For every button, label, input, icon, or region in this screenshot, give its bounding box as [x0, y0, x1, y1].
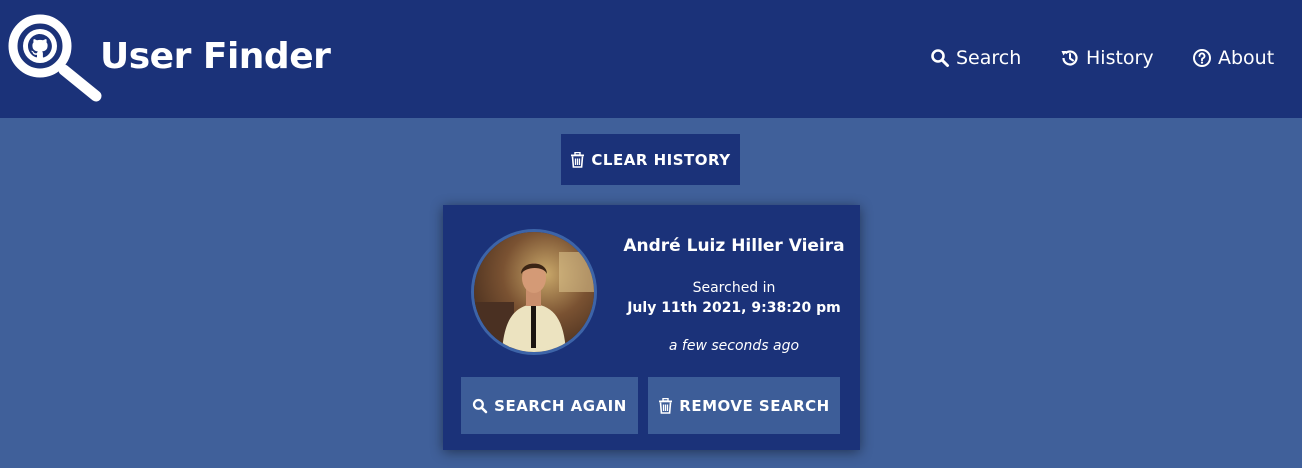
- nav-search[interactable]: Search: [930, 46, 1021, 70]
- clear-history-button[interactable]: CLEAR HISTORY: [561, 134, 740, 185]
- relative-time: a few seconds ago: [668, 338, 800, 354]
- searched-label: Searched in: [692, 280, 776, 296]
- remove-search-button[interactable]: REMOVE SEARCH: [648, 377, 840, 434]
- searched-date: July 11th 2021, 9:38:20 pm: [627, 300, 841, 316]
- app-title[interactable]: User Finder: [100, 36, 331, 78]
- nav-about-label: About: [1218, 47, 1275, 69]
- search-again-label: SEARCH AGAIN: [494, 396, 627, 415]
- trash-icon: [659, 397, 673, 414]
- user-photo: [474, 232, 594, 352]
- user-name: André Luiz Hiller Vieira: [623, 236, 845, 256]
- question-circle-icon: [1193, 49, 1211, 67]
- history-icon: [1061, 50, 1078, 66]
- clear-history-label: CLEAR HISTORY: [591, 150, 731, 169]
- remove-search-label: REMOVE SEARCH: [679, 396, 830, 415]
- nav-history-label: History: [1086, 47, 1154, 69]
- nav-history[interactable]: History: [1060, 46, 1154, 70]
- github-magnifier-icon[interactable]: [8, 14, 104, 102]
- search-icon: [473, 398, 488, 413]
- app-header: User Finder Search History About: [0, 0, 1302, 118]
- search-icon: [931, 49, 949, 67]
- avatar: [471, 229, 597, 355]
- history-card: André Luiz Hiller Vieira Searched in Jul…: [443, 205, 860, 450]
- trash-icon: [571, 151, 585, 168]
- nav-search-label: Search: [956, 47, 1022, 69]
- search-again-button[interactable]: SEARCH AGAIN: [461, 377, 638, 434]
- nav-about[interactable]: About: [1192, 46, 1274, 70]
